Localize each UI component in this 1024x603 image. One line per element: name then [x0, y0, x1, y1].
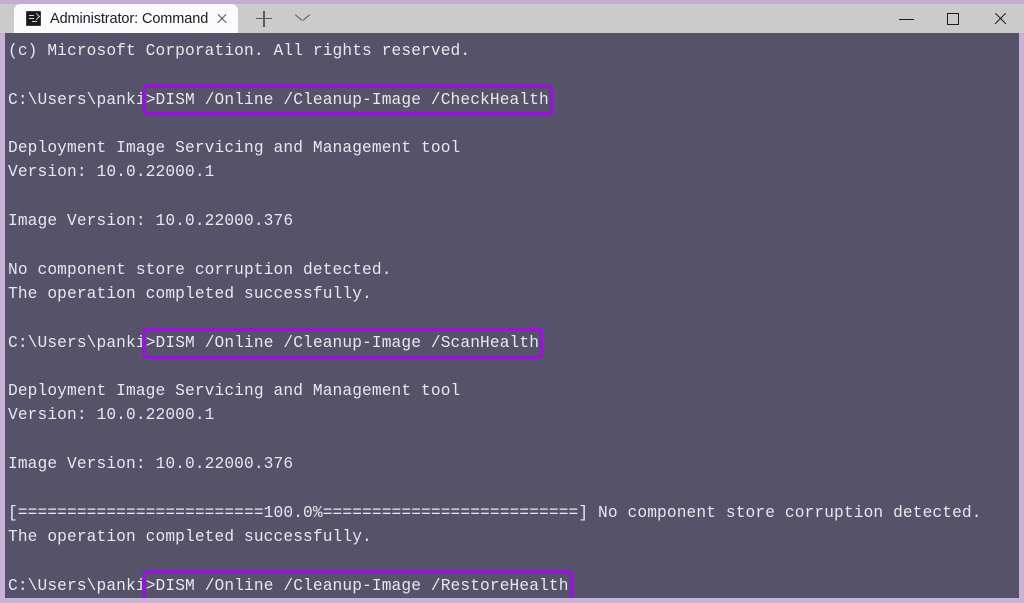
highlighted-command: >DISM /Online /Cleanup-Image /RestoreHea…: [141, 569, 573, 598]
chevron-down-icon[interactable]: [287, 4, 319, 33]
tab-command-prompt[interactable]: Administrator: Command Promp: [14, 4, 238, 33]
console-command-line: C:\Users\panki>DISM /Online /Cleanup-Ima…: [8, 83, 1019, 116]
minimize-button[interactable]: [883, 4, 930, 33]
console-prompt: C:\Users\panki: [8, 333, 146, 352]
console-prompt: C:\Users\panki: [8, 576, 146, 595]
console-command-line: C:\Users\panki>DISM /Online /Cleanup-Ima…: [8, 326, 1019, 359]
console-text-line: Version: 10.0.22000.1: [8, 163, 215, 182]
console-text-line: Image Version: 10.0.22000.376: [8, 212, 294, 231]
console-text-line: No component store corruption detected.: [8, 260, 392, 279]
highlighted-command: >DISM /Online /Cleanup-Image /CheckHealt…: [141, 83, 553, 116]
console-prompt: C:\Users\panki: [8, 90, 146, 109]
console-text-line: The operation completed successfully.: [8, 527, 372, 546]
console-command-line: C:\Users\panki>DISM /Online /Cleanup-Ima…: [8, 569, 1019, 598]
console-text-line: Image Version: 10.0.22000.376: [8, 455, 294, 474]
close-window-button[interactable]: [977, 4, 1024, 33]
console-output[interactable]: (c) Microsoft Corporation. All rights re…: [5, 33, 1019, 598]
new-tab-button[interactable]: [247, 4, 281, 33]
maximize-button[interactable]: [930, 4, 977, 33]
tab-title: Administrator: Command Promp: [50, 10, 208, 27]
console-text-line: [=========================100.0%========…: [8, 503, 982, 522]
console-text-line: (c) Microsoft Corporation. All rights re…: [8, 42, 471, 60]
console-text-line: Deployment Image Servicing and Managemen…: [8, 139, 461, 158]
console-text-line: Version: 10.0.22000.1: [8, 406, 215, 425]
tab-strip: Administrator: Command Promp: [14, 4, 319, 33]
console-text-line: The operation completed successfully.: [8, 284, 372, 303]
highlighted-command: >DISM /Online /Cleanup-Image /ScanHealth: [141, 326, 544, 359]
close-tab-icon[interactable]: [210, 7, 234, 31]
window-controls: [883, 4, 1024, 33]
title-bar: Administrator: Command Promp: [0, 0, 1024, 33]
command-prompt-window: Administrator: Command Promp (c) Microso…: [0, 0, 1024, 603]
console-text-line: Deployment Image Servicing and Managemen…: [8, 382, 461, 401]
window-frame: (c) Microsoft Corporation. All rights re…: [0, 33, 1024, 603]
terminal-surface[interactable]: (c) Microsoft Corporation. All rights re…: [5, 33, 1019, 598]
terminal-icon: [26, 11, 41, 26]
